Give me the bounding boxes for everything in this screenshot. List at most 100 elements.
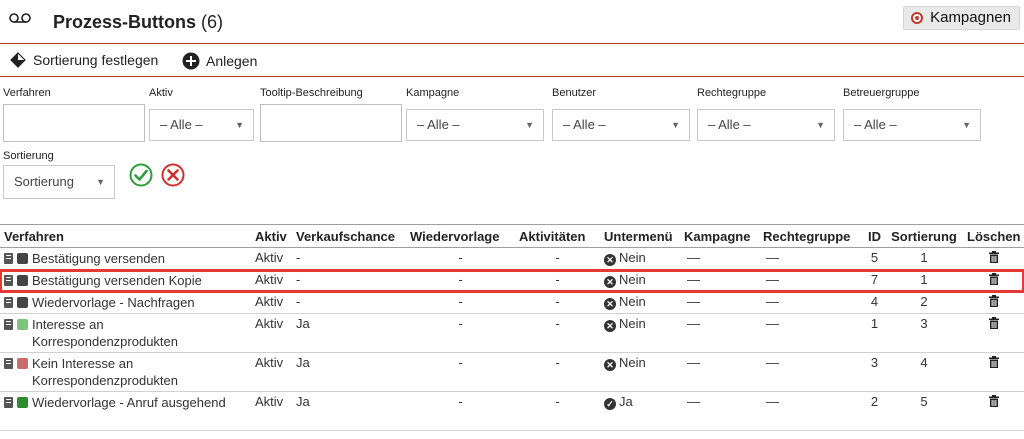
cell-kampagne: — xyxy=(687,272,700,287)
chevron-down-icon: ▼ xyxy=(816,120,825,130)
aktiv-select-value: – Alle – xyxy=(160,117,203,132)
betreuergruppe-select[interactable]: – Alle – ▼ xyxy=(843,109,981,141)
page-header: Prozess-Buttons (6) Kampagnen xyxy=(0,0,1024,44)
reset-filter-x-icon[interactable] xyxy=(161,163,185,187)
color-swatch xyxy=(17,297,28,308)
cell-untermenue: ✕ Nein xyxy=(600,270,680,292)
table-body: Bestätigung versenden Aktiv - - - ✕ Nein — —5 1 Be… xyxy=(0,248,1024,431)
cell-id: 3 xyxy=(870,355,879,370)
trash-icon[interactable] xyxy=(988,273,999,285)
cell-rechtegruppe: — xyxy=(766,294,779,309)
column-header[interactable]: Untermenü xyxy=(600,225,680,248)
column-header[interactable]: Verkaufschance xyxy=(292,225,406,248)
verfahren-name[interactable]: Bestätigung versenden Kopie xyxy=(32,272,202,289)
cell-rechtegruppe: — xyxy=(766,272,779,287)
verfahren-name[interactable]: Interesse an Korrespondenzprodukten xyxy=(32,316,247,350)
plus-circle-icon xyxy=(182,52,200,70)
filter-aktiv-label: Aktiv xyxy=(149,87,173,99)
create-label: Anlegen xyxy=(206,53,258,69)
rechtegruppe-select[interactable]: – Alle – ▼ xyxy=(697,109,835,141)
filter-verfahren-label: Verfahren xyxy=(3,87,51,99)
edit-document-icon[interactable] xyxy=(4,275,13,286)
benutzer-select[interactable]: – Alle – ▼ xyxy=(552,109,690,141)
cell-aktiv: Aktiv xyxy=(255,316,284,331)
column-header[interactable]: Aktivitäten xyxy=(515,225,600,248)
table-row[interactable]: Bestätigung versenden Kopie Aktiv - - - ✕ Nein… xyxy=(0,268,1024,293)
cell-verkaufschance: Ja xyxy=(296,316,310,331)
table-row[interactable]: Wiedervorlage - Nachfragen Aktiv - - - ✕ Nein —… xyxy=(0,292,1024,314)
color-swatch xyxy=(17,397,28,408)
cell-aktivitaeten: - xyxy=(555,250,560,265)
table-row[interactable]: Interesse an Korrespondenzprodukten Aktiv… xyxy=(0,314,1024,353)
cell-loeschen xyxy=(963,270,1024,292)
cell-aktiv: Aktiv xyxy=(255,294,284,309)
cell-sortierung: 4 xyxy=(920,355,928,370)
table-header: Verfahren Aktiv Verkaufschance Wiedervorlag… xyxy=(0,224,1024,248)
chevron-down-icon: ▼ xyxy=(962,120,971,130)
kampagnen-button[interactable]: Kampagnen xyxy=(903,6,1020,30)
create-button[interactable]: Anlegen xyxy=(182,52,257,70)
verfahren-name[interactable]: Kein Interesse an Korrespondenzprodukten xyxy=(32,355,247,389)
cell-verkaufschance: - xyxy=(296,250,301,265)
column-header[interactable]: Rechtegruppe xyxy=(759,225,864,248)
trash-icon[interactable] xyxy=(988,317,999,329)
sort-order-button[interactable]: Sortierung festlegen xyxy=(10,52,158,68)
cell-sortierung: 1 xyxy=(920,272,928,287)
kampagne-select[interactable]: – Alle – ▼ xyxy=(406,109,544,141)
cell-untermenue: ✕ Nein xyxy=(600,314,680,353)
trash-icon[interactable] xyxy=(988,356,999,368)
column-header[interactable]: Aktiv xyxy=(251,225,292,248)
table-row[interactable]: Bestätigung versenden Aktiv - - - ✕ Nein — —5 1 xyxy=(0,248,1024,270)
verfahren-name[interactable]: Bestätigung versenden xyxy=(32,250,165,267)
untermenue-value: Ja xyxy=(619,394,633,409)
cell-wiedervorlage: - xyxy=(458,394,463,409)
cell-sortierung: 2 xyxy=(920,294,928,309)
cell-aktiv: Aktiv xyxy=(255,355,284,370)
table-row[interactable]: Wiedervorlage - Anruf ausgehend Aktiv Ja - -… xyxy=(0,392,1024,431)
sortierung-select[interactable]: Sortierung ▼ xyxy=(3,165,115,199)
edit-document-icon[interactable] xyxy=(4,297,13,308)
cell-kampagne: — xyxy=(687,355,700,370)
edit-document-icon[interactable] xyxy=(4,253,13,264)
column-header[interactable]: ID xyxy=(864,225,885,248)
cell-aktivitaeten: - xyxy=(555,355,560,370)
column-header[interactable]: Sortierung xyxy=(885,225,963,248)
filter-kampagne-label: Kampagne xyxy=(406,87,460,99)
cell-untermenue: ✕ Nein xyxy=(600,353,680,392)
benutzer-select-value: – Alle – xyxy=(563,117,606,132)
cell-loeschen xyxy=(963,392,1024,431)
edit-document-icon[interactable] xyxy=(4,319,13,330)
trash-icon[interactable] xyxy=(988,295,999,307)
trash-icon[interactable] xyxy=(988,395,999,407)
column-header[interactable]: Kampagne xyxy=(680,225,759,248)
cell-loeschen xyxy=(963,353,1024,392)
cell-verfahren: Wiedervorlage - Anruf ausgehend xyxy=(0,392,251,431)
column-header[interactable]: Löschen xyxy=(963,225,1024,248)
x-circle-icon: ✕ xyxy=(604,320,616,332)
x-circle-icon: ✕ xyxy=(604,254,616,266)
cell-sortierung: 5 xyxy=(920,394,928,409)
tooltip-input[interactable] xyxy=(260,104,402,142)
untermenue-value: Nein xyxy=(619,294,646,309)
table-row[interactable]: Kein Interesse an Korrespondenzprodukten… xyxy=(0,353,1024,392)
cell-wiedervorlage: - xyxy=(458,294,463,309)
x-circle-icon: ✕ xyxy=(604,359,616,371)
cell-rechtegruppe: — xyxy=(766,394,779,409)
cell-verkaufschance: Ja xyxy=(296,355,310,370)
verfahren-name[interactable]: Wiedervorlage - Nachfragen xyxy=(32,294,195,311)
column-header[interactable]: Verfahren xyxy=(0,225,251,248)
cell-wiedervorlage: - xyxy=(458,272,463,287)
trash-icon[interactable] xyxy=(988,251,999,263)
edit-document-icon[interactable] xyxy=(4,397,13,408)
sort-order-label: Sortierung festlegen xyxy=(33,52,159,68)
cell-id: 1 xyxy=(870,316,879,331)
color-swatch xyxy=(17,275,28,286)
verfahren-input[interactable] xyxy=(3,104,145,142)
cell-verkaufschance: - xyxy=(296,272,301,287)
column-header[interactable]: Wiedervorlage xyxy=(406,225,515,248)
verfahren-name[interactable]: Wiedervorlage - Anruf ausgehend xyxy=(32,394,226,411)
apply-filter-check-icon[interactable] xyxy=(129,163,153,187)
aktiv-select[interactable]: – Alle – ▼ xyxy=(149,109,254,141)
edit-document-icon[interactable] xyxy=(4,358,13,369)
filter-rechtegruppe-label: Rechtegruppe xyxy=(697,87,767,99)
